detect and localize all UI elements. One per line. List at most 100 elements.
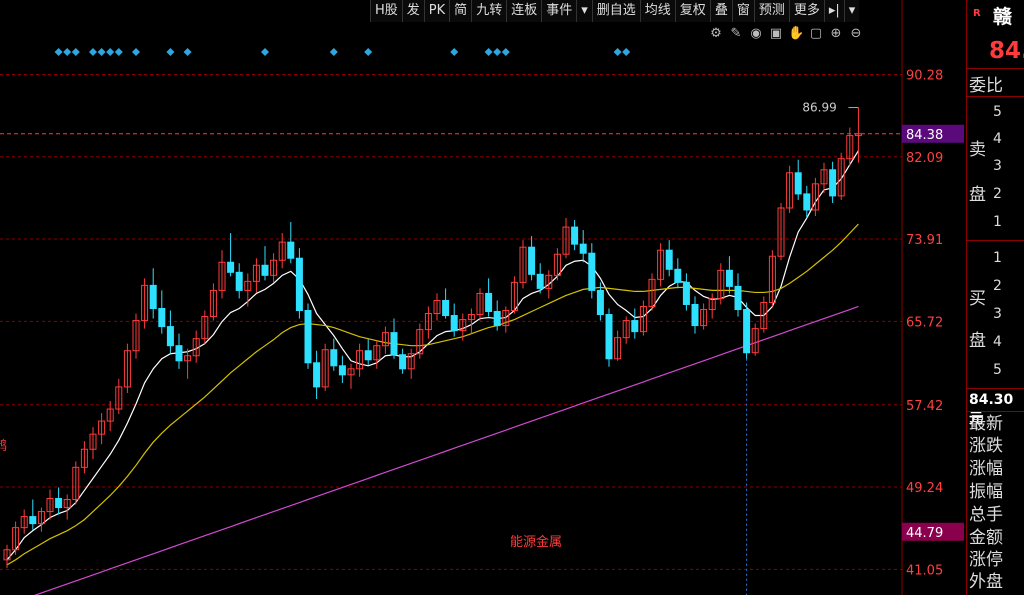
toolbar-button[interactable]: 九转 xyxy=(471,0,507,22)
divider xyxy=(967,240,1024,241)
toolbar-button[interactable]: 简 xyxy=(449,0,472,22)
high-annotation: 86.99 xyxy=(802,101,836,115)
candle-body xyxy=(665,249,673,270)
toolbar-button[interactable]: ▾ xyxy=(843,0,860,22)
sector-label: 能源金属 xyxy=(510,534,562,550)
candle-body xyxy=(794,172,802,195)
quote-panel: R 赣 84. 委比 卖 盘 5 4 3 2 1 买 盘 1 2 3 4 5 8… xyxy=(966,0,1024,595)
buy-level: 3 xyxy=(993,306,1002,322)
zoom-out-icon[interactable]: ⊖ xyxy=(848,26,864,42)
signal-diamond xyxy=(450,48,459,56)
signal-diamond xyxy=(183,48,192,56)
signal-diamond xyxy=(622,48,631,56)
toolbar-button[interactable]: 窗 xyxy=(731,0,754,22)
y-tick-label: 65.72 xyxy=(906,315,943,330)
signal-diamond xyxy=(97,48,106,56)
toolbar-button[interactable]: 叠 xyxy=(709,0,732,22)
r-badge: R xyxy=(973,8,981,19)
candle-body xyxy=(295,257,303,312)
signal-diamond xyxy=(364,48,373,56)
eye-icon[interactable]: ◉ xyxy=(748,26,764,42)
candle-body xyxy=(442,299,450,317)
signal-diamond xyxy=(484,48,493,56)
candle-body xyxy=(536,273,544,289)
candle-body xyxy=(674,268,682,283)
divider xyxy=(967,388,1024,389)
divider xyxy=(967,68,1024,69)
candle-body xyxy=(390,332,398,356)
ma-short-line xyxy=(6,150,859,561)
lock-icon[interactable]: ▢ xyxy=(808,26,824,42)
candle-body xyxy=(493,311,501,327)
pen-icon[interactable]: ✎ xyxy=(728,26,744,42)
candle-body xyxy=(158,308,166,328)
y-tick-label: 82.09 xyxy=(906,151,943,166)
toolbar-button[interactable]: 均线 xyxy=(639,0,675,22)
candle-body xyxy=(528,246,536,275)
candle-body xyxy=(364,350,372,361)
toolbar-button[interactable]: 预测 xyxy=(753,0,789,22)
sell-level: 2 xyxy=(993,186,1002,202)
candle-body xyxy=(235,271,243,291)
signal-diamond xyxy=(106,48,115,56)
signal-diamond xyxy=(329,48,338,56)
ma-long-line xyxy=(33,305,859,595)
chart-tools: ⚙ ✎ ◉ ▣ ✋ ▢ ⊕ ⊖ xyxy=(708,26,864,42)
gear-icon[interactable]: ⚙ xyxy=(708,26,724,42)
zoom-in-icon[interactable]: ⊕ xyxy=(828,26,844,42)
candle-body xyxy=(743,309,751,354)
candle-body xyxy=(605,314,613,360)
toolbar-button[interactable]: 复权 xyxy=(674,0,710,22)
sell-label-1: 卖 xyxy=(969,140,986,160)
y-tick-label: 90.28 xyxy=(906,68,943,83)
candle-body xyxy=(588,252,596,291)
candle-body xyxy=(734,285,742,311)
weibi-label: 委比 xyxy=(969,76,1003,96)
candle-body xyxy=(149,284,157,309)
hand-icon[interactable]: ✋ xyxy=(788,26,804,42)
toolbar-button[interactable]: H股 xyxy=(370,0,402,22)
buy-level: 1 xyxy=(993,250,1002,266)
candle-body xyxy=(227,261,235,273)
sell-level: 4 xyxy=(993,131,1002,147)
buy-level: 2 xyxy=(993,278,1002,294)
top-toolbar: H股发 PK 简九转 连板 事件 ▾ 删自选 均线 复权叠窗预测 更多 ▸| ▾ xyxy=(370,0,860,22)
sell-level: 1 xyxy=(993,214,1002,230)
toolbar-button[interactable]: 事件 xyxy=(541,0,577,22)
candle-body xyxy=(338,365,346,376)
y-tick-label: 41.05 xyxy=(906,563,943,578)
stat-label: 涨停 xyxy=(969,550,1003,570)
signal-diamond xyxy=(54,48,63,56)
candle-body xyxy=(691,303,699,327)
candle-body xyxy=(682,281,690,305)
toolbar-button[interactable]: 删自选 xyxy=(591,0,640,22)
candle-body xyxy=(450,315,458,332)
toolbar-button[interactable]: 更多 xyxy=(788,0,824,22)
signal-diamond xyxy=(166,48,175,56)
stat-label: 总手 xyxy=(969,505,1003,525)
toolbar-button[interactable]: 发 xyxy=(401,0,424,22)
signal-diamond xyxy=(89,48,97,56)
divider xyxy=(967,411,1024,412)
toolbar-button[interactable]: ▸| xyxy=(823,0,844,22)
candle-body xyxy=(571,226,579,245)
candle-body xyxy=(29,516,37,525)
signal-diamond xyxy=(501,48,510,56)
candle-body xyxy=(330,349,338,367)
toolbar-button[interactable]: PK xyxy=(423,0,450,22)
candle-body xyxy=(803,193,811,211)
candlestick-chart[interactable]: 90.28 82.09 73.91 65.72 57.42 49.24 41.05 84.38… xyxy=(0,0,966,595)
candle-body xyxy=(175,345,183,362)
divider xyxy=(967,96,1024,97)
toolbar-button[interactable]: 连板 xyxy=(506,0,542,22)
candle-body xyxy=(631,320,639,333)
y-tick-label: 73.91 xyxy=(906,233,943,248)
buy-label-1: 买 xyxy=(969,289,986,309)
box-icon[interactable]: ▣ xyxy=(768,26,784,42)
signal-diamond xyxy=(613,48,622,56)
toolbar-button[interactable]: ▾ xyxy=(576,0,592,22)
stat-label: 最新 xyxy=(969,414,1003,434)
lower-marker-label: 44.79 xyxy=(906,526,943,541)
signal-diamond xyxy=(71,48,80,56)
candle-body xyxy=(166,326,174,347)
